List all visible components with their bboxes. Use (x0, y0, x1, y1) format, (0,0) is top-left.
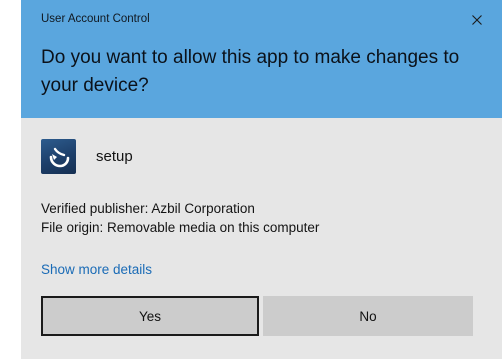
show-more-details-link[interactable]: Show more details (41, 262, 152, 277)
yes-button[interactable]: Yes (41, 296, 259, 336)
verified-publisher: Verified publisher: Azbil Corporation (41, 201, 255, 216)
no-button[interactable]: No (263, 296, 473, 336)
setup-app-icon (41, 138, 76, 174)
prompt-question: Do you want to allow this app to make ch… (41, 47, 460, 96)
close-button[interactable] (464, 9, 490, 31)
file-origin: File origin: Removable media on this com… (41, 220, 320, 235)
uac-dialog: User Account Control Do you want to allo… (0, 0, 503, 359)
app-row: setup (41, 138, 133, 174)
close-icon (472, 15, 482, 25)
app-name: setup (96, 147, 133, 165)
window-title: User Account Control (41, 13, 150, 25)
